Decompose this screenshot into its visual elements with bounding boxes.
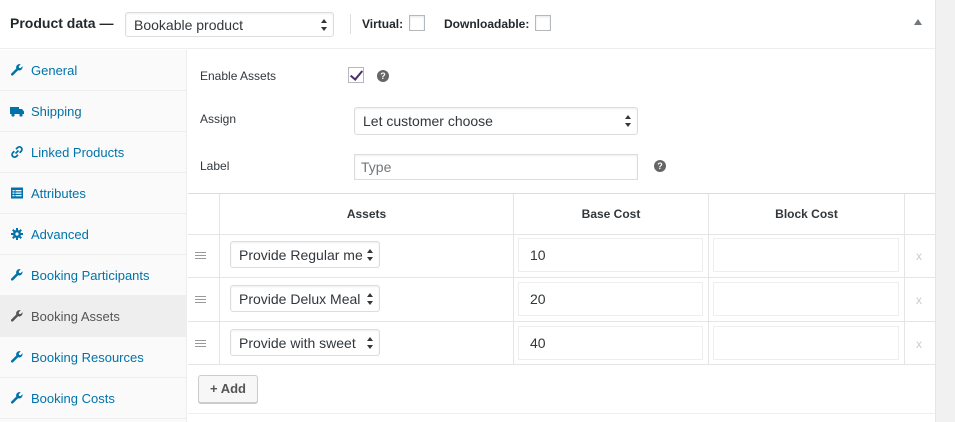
- tab-attributes[interactable]: Attributes: [0, 173, 187, 214]
- enable-assets-checkbox[interactable]: [348, 67, 364, 83]
- booking-assets-panel: Enable Assets ? Assign Let customer choo…: [188, 50, 935, 422]
- remove-row-icon[interactable]: x: [916, 249, 922, 263]
- asset-value: Provide with sweet: [239, 334, 356, 351]
- wrench-icon: [10, 350, 24, 364]
- row-divider: [188, 277, 935, 278]
- wrench-icon: [10, 63, 24, 77]
- base-cost-value: 10: [530, 247, 546, 263]
- drag-handle-icon[interactable]: [195, 340, 206, 348]
- base-cost-input[interactable]: 10: [518, 238, 703, 272]
- wrench-icon: [10, 391, 24, 405]
- wrench-icon: [10, 268, 24, 282]
- list-icon: [10, 186, 24, 200]
- select-arrows-icon: [321, 18, 328, 31]
- tab-label: Linked Products: [31, 145, 125, 160]
- tab-booking-resources[interactable]: Booking Resources: [0, 337, 187, 378]
- select-arrows-icon: [367, 248, 374, 261]
- row-divider: [188, 234, 935, 235]
- assign-select[interactable]: Let customer choose: [354, 107, 638, 135]
- tab-label: Booking Assets: [31, 309, 120, 324]
- block-cost-input[interactable]: [713, 326, 899, 360]
- product-type-select[interactable]: Bookable product: [125, 12, 334, 37]
- assign-label: Assign: [200, 112, 237, 126]
- tab-booking-participants[interactable]: Booking Participants: [0, 255, 187, 296]
- panel-title: Product data —: [10, 15, 114, 31]
- help-icon[interactable]: ?: [377, 70, 389, 82]
- product-data-tabs: General Shipping Linked Products Attribu…: [0, 50, 187, 422]
- product-type-value: Bookable product: [134, 16, 243, 33]
- virtual-label: Virtual:: [362, 17, 404, 31]
- remove-row-icon[interactable]: x: [916, 293, 922, 307]
- base-cost-input[interactable]: 40: [518, 326, 703, 360]
- footer-divider: [188, 413, 935, 414]
- row-divider: [188, 364, 935, 365]
- gear-icon: [10, 227, 24, 241]
- tab-label: Attributes: [31, 186, 86, 201]
- truck-icon: [10, 104, 24, 118]
- column-header-assets: Assets: [346, 207, 387, 221]
- label-input[interactable]: Type: [354, 154, 638, 180]
- column-header-base-cost: Base Cost: [581, 207, 641, 221]
- tab-linked-products[interactable]: Linked Products: [0, 132, 187, 173]
- asset-select[interactable]: Provide with sweet: [230, 329, 380, 356]
- base-cost-value: 40: [530, 335, 546, 351]
- enable-assets-label: Enable Assets: [200, 69, 277, 83]
- block-cost-input[interactable]: [713, 282, 899, 316]
- base-cost-input[interactable]: 20: [518, 282, 703, 316]
- asset-value: Provide Delux Meal: [239, 290, 361, 307]
- column-divider: [904, 194, 905, 365]
- tab-label: Advanced: [31, 227, 89, 242]
- downloadable-checkbox[interactable]: [535, 15, 551, 31]
- tab-general[interactable]: General: [0, 50, 187, 91]
- downloadable-label: Downloadable:: [444, 17, 530, 31]
- add-asset-button[interactable]: + Add: [198, 375, 258, 403]
- tab-label: General: [31, 63, 78, 78]
- row-divider: [188, 321, 935, 322]
- select-arrows-icon: [625, 115, 632, 127]
- column-header-block-cost: Block Cost: [775, 207, 838, 221]
- help-icon[interactable]: ?: [654, 160, 666, 172]
- tab-booking-costs[interactable]: Booking Costs: [0, 378, 187, 419]
- remove-row-icon[interactable]: x: [916, 337, 922, 351]
- select-arrows-icon: [367, 292, 374, 305]
- asset-select[interactable]: Provide Delux Meal: [230, 285, 380, 312]
- panel-header: Product data — Bookable product Virtual:…: [0, 0, 935, 49]
- block-cost-input[interactable]: [713, 238, 899, 272]
- tab-label: Booking Participants: [31, 268, 150, 283]
- header-divider: [350, 14, 351, 34]
- base-cost-value: 20: [530, 291, 546, 307]
- drag-handle-icon[interactable]: [195, 252, 206, 260]
- collapse-toggle-icon[interactable]: [914, 19, 922, 25]
- asset-value: Provide Regular me: [239, 246, 363, 263]
- tab-label: Booking Costs: [31, 391, 115, 406]
- link-icon: [10, 145, 24, 159]
- asset-select[interactable]: Provide Regular me: [230, 241, 380, 268]
- tab-label: Booking Resources: [31, 350, 144, 365]
- tab-shipping[interactable]: Shipping: [0, 91, 187, 132]
- tab-booking-assets[interactable]: Booking Assets: [0, 296, 187, 337]
- select-arrows-icon: [367, 336, 374, 349]
- wrench-icon: [10, 309, 24, 323]
- tab-advanced[interactable]: Advanced: [0, 214, 187, 255]
- assign-value: Let customer choose: [363, 113, 493, 129]
- virtual-checkbox[interactable]: [409, 15, 425, 31]
- tab-label: Shipping: [31, 104, 82, 119]
- label-label: Label: [200, 159, 230, 173]
- product-data-panel: Product data — Bookable product Virtual:…: [0, 0, 936, 422]
- drag-handle-icon[interactable]: [195, 296, 206, 304]
- assets-table: Assets Base Cost Block Cost Provide Regu…: [188, 193, 935, 365]
- label-placeholder: Type: [361, 159, 392, 175]
